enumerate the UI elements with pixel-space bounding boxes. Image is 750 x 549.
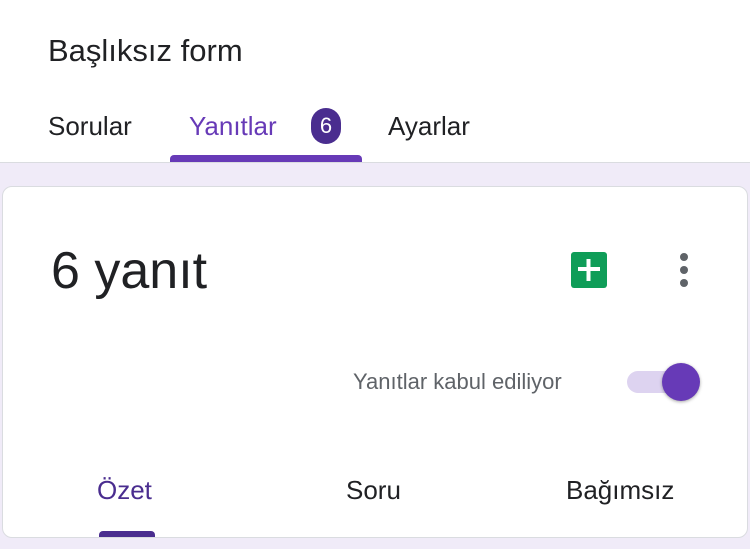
more-options-button[interactable] — [659, 240, 709, 300]
link-to-sheets-button[interactable] — [559, 240, 619, 300]
toggle-thumb — [662, 363, 700, 401]
tab-questions[interactable]: Sorular — [48, 106, 132, 146]
accepting-responses-label: Yanıtlar kabul ediliyor — [353, 369, 562, 394]
tab-settings[interactable]: Ayarlar — [388, 106, 470, 146]
form-header: Başlıksız form Sorular Yanıtlar 6 Ayarla… — [0, 0, 750, 163]
more-vert-icon — [680, 253, 688, 287]
responses-count-badge: 6 — [311, 108, 341, 144]
subtab-summary[interactable]: Özet — [97, 473, 152, 507]
response-count-title: 6 yanıt — [51, 242, 208, 300]
subtab-individual[interactable]: Bağımsız — [566, 473, 674, 507]
sheets-icon — [571, 252, 607, 288]
active-tab-indicator — [170, 155, 362, 162]
form-title[interactable]: Başlıksız form — [48, 31, 243, 71]
subtab-question[interactable]: Soru — [346, 473, 401, 507]
responses-card: 6 yanıt Yanıtlar kabul ediliyor Özet Sor… — [2, 186, 748, 538]
active-subtab-indicator — [99, 531, 155, 537]
accepting-responses-toggle[interactable] — [623, 360, 703, 404]
